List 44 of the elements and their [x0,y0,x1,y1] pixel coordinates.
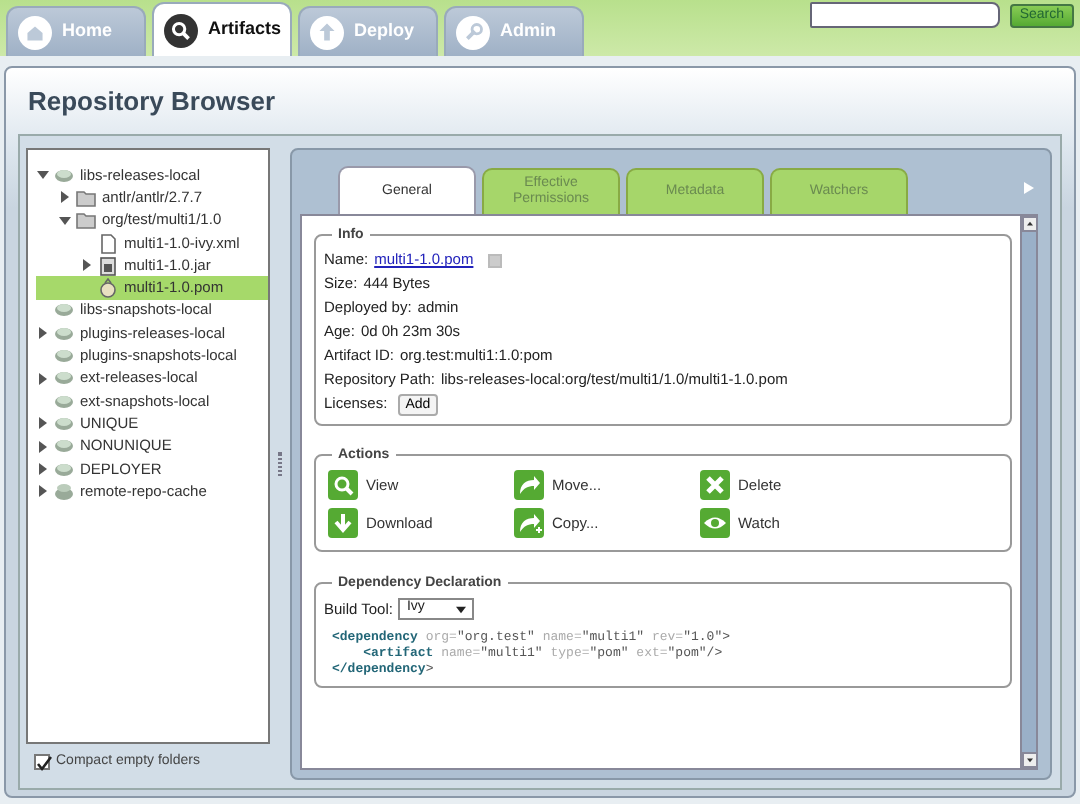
database-icon [54,436,74,457]
folder-icon [76,210,96,231]
expand-icon[interactable] [36,371,50,386]
expand-icon[interactable] [36,326,50,341]
scroll-up-icon[interactable] [1022,216,1038,232]
copy-icon [514,508,544,538]
page-title: Repository Browser [28,86,278,118]
expand-icon[interactable] [58,190,72,205]
caret-icon [456,605,467,614]
database-icon [54,459,74,479]
pom-icon [98,278,118,299]
nav-tab[interactable]: Artifacts [152,2,292,56]
database-icon [54,413,74,434]
database-icon [54,481,74,502]
database-icon [54,368,74,389]
upload-icon [310,15,344,49]
collapse-icon[interactable] [36,168,50,183]
wrench-icon [456,15,490,49]
jar-icon [98,255,118,276]
search-icon [164,13,198,47]
delete-icon [700,470,730,500]
expand-icon[interactable] [36,439,50,454]
collapse-icon[interactable] [58,213,72,228]
search-field[interactable] [809,2,1000,28]
expand-icon[interactable] [36,416,50,431]
database-icon [54,391,74,412]
checkbox[interactable] [34,754,50,770]
database-icon [54,323,74,344]
file-icon [98,233,118,254]
database-icon [54,300,74,321]
database-icon [54,165,74,186]
scrollbar[interactable] [1020,216,1036,768]
folder-icon [76,187,96,208]
splitter-handle[interactable] [278,452,282,476]
download-icon [328,508,358,538]
expand-icon[interactable] [80,258,94,273]
eye-icon [700,508,730,538]
view-icon [328,470,358,500]
expand-icon[interactable] [36,484,50,499]
database-icon [54,346,74,367]
arrow-icon [514,470,544,500]
expand-icon[interactable] [36,462,50,476]
home-icon [18,15,52,49]
scroll-down-icon[interactable] [1022,752,1038,768]
